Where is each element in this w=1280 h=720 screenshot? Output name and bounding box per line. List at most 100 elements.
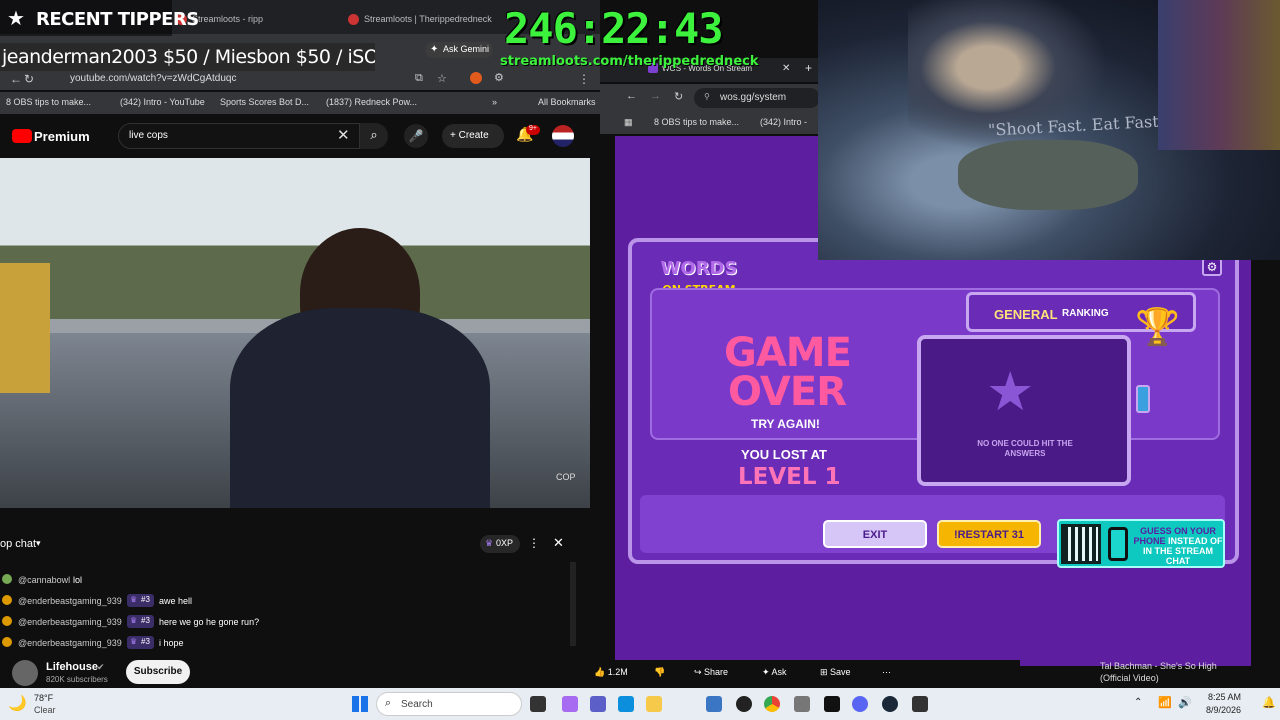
chat-username[interactable]: @enderbeastgaming_939 <box>18 638 122 648</box>
pillow-image <box>958 140 1138 210</box>
like-count: 1.2M <box>607 667 628 677</box>
bookmark-item[interactable]: (1837) Redneck Pow... <box>326 97 417 107</box>
new-tab-icon[interactable]: + <box>805 61 812 75</box>
tray-chevron-icon[interactable]: ⌃ <box>1134 697 1142 708</box>
volume-icon[interactable]: 🔊 <box>1178 696 1192 709</box>
chat-message: @enderbeastgaming_939 ♛ #3 i hope <box>0 635 570 650</box>
clock-time[interactable]: 8:25 AM <box>1208 692 1241 702</box>
menu-dots-icon[interactable]: ⋮ <box>578 72 590 86</box>
restart-button[interactable]: !RESTART 31 <box>937 520 1041 548</box>
chrome-icon[interactable] <box>764 696 780 712</box>
bookmark-item[interactable]: (342) Intro - <box>760 117 807 127</box>
back-icon[interactable]: ← <box>10 72 22 86</box>
search-icon[interactable]: ⌕ <box>360 123 388 149</box>
right-url[interactable]: wos.gg/system <box>720 92 786 103</box>
chevron-down-icon[interactable]: ▾ <box>36 538 41 549</box>
ask-gemini-button[interactable]: ✦ Ask Gemini <box>425 42 493 58</box>
teams-icon[interactable] <box>590 696 606 712</box>
terminal-icon[interactable] <box>824 696 840 712</box>
bookmarks-overflow-icon[interactable]: » <box>492 97 497 107</box>
ask-button[interactable]: ✦ Ask <box>762 667 787 678</box>
trophy-icon: 🏆 <box>1135 306 1180 347</box>
bookmark-item[interactable]: Sports Scores Bot D... <box>220 97 309 107</box>
microphone-icon[interactable]: 🎤 <box>404 124 428 148</box>
avatar[interactable] <box>12 660 38 686</box>
chat-username[interactable]: @enderbeastgaming_939 <box>18 596 122 606</box>
menu-dots-icon[interactable]: ⋮ <box>528 536 540 550</box>
gear-icon[interactable]: ⚙ <box>1202 258 1222 276</box>
edge-icon[interactable] <box>618 696 634 712</box>
verified-icon: ✔ <box>97 662 105 672</box>
save-button[interactable]: ⊞ Save <box>820 667 851 678</box>
channel-name[interactable]: Lifehouse <box>46 661 98 673</box>
crown-icon: ♛ <box>130 637 138 646</box>
clock-date[interactable]: 8/9/2026 <box>1206 705 1241 715</box>
chat-text: i hope <box>159 638 184 648</box>
share-button[interactable]: ↪ Share <box>694 667 728 678</box>
xp-badge[interactable]: ♛ 0XP <box>480 535 520 553</box>
copilot-icon[interactable] <box>562 696 578 712</box>
file-explorer-icon[interactable] <box>646 696 662 712</box>
avatar <box>2 616 12 626</box>
chat-text: awe hell <box>159 596 193 606</box>
network-icon[interactable]: 📶 <box>1158 696 1172 709</box>
chat-message: @cannabowl lol <box>0 572 570 590</box>
taskbar-search[interactable]: ⌕ Search <box>376 692 522 716</box>
you-lost-text: YOU LOST AT <box>741 447 827 462</box>
apps-icon[interactable]: ▦ <box>624 117 633 128</box>
bookmark-item[interactable]: 8 OBS tips to make... <box>654 117 739 127</box>
reload-icon[interactable]: ↻ <box>24 72 34 86</box>
bookmark-star-icon[interactable]: ☆ <box>437 72 447 85</box>
chat-username[interactable]: @cannabowl <box>18 575 70 585</box>
notification-bell-icon[interactable]: 🔔 <box>1262 696 1276 709</box>
like-button[interactable]: 👍 1.2M <box>594 667 628 678</box>
dislike-icon[interactable]: 👎 <box>654 667 665 678</box>
reload-icon[interactable]: ↻ <box>674 90 683 103</box>
steam-icon[interactable] <box>882 696 898 712</box>
broken-star-icon: ★ <box>986 362 1035 422</box>
right-bookmarks-bar: ▦ 8 OBS tips to make... (342) Intro - <box>600 112 820 134</box>
left-address-bar[interactable]: youtube.com/watch?v=zWdCgAtduqc <box>70 73 236 84</box>
tab-streamloots-therippedredneck[interactable]: Streamloots | Therippedredneck <box>342 6 492 34</box>
app-icon[interactable] <box>912 696 928 712</box>
close-icon[interactable]: ✕ <box>782 63 790 74</box>
forward-icon[interactable]: → <box>650 90 661 102</box>
exit-button[interactable]: EXIT <box>823 520 927 548</box>
chat-title[interactable]: op chat <box>0 538 36 550</box>
discord-icon[interactable] <box>852 696 868 712</box>
youtube-search-input[interactable]: live cops <box>118 123 360 149</box>
site-info-icon[interactable]: ⚲ <box>704 92 710 101</box>
extensions-puzzle-icon[interactable]: ⚙ <box>494 71 504 84</box>
close-icon[interactable]: ✕ <box>553 535 564 551</box>
ranking-general-label: GENERAL <box>994 307 1058 322</box>
live-chat: @cannabowl lol @enderbeastgaming_939 ♛ #3 aw… <box>0 558 578 650</box>
save-label: Save <box>830 667 851 677</box>
subscribe-button[interactable]: Subscribe <box>126 660 190 684</box>
avatar[interactable] <box>552 125 574 147</box>
youtube-logo-icon[interactable] <box>12 129 32 143</box>
chat-username[interactable]: @enderbeastgaming_939 <box>18 617 122 627</box>
app-icon[interactable] <box>706 696 722 712</box>
app-icon[interactable] <box>794 696 810 712</box>
install-icon[interactable]: ⧉ <box>415 72 423 85</box>
obs-icon[interactable] <box>736 696 752 712</box>
extension-icon[interactable] <box>470 72 482 84</box>
task-view-icon[interactable] <box>530 696 546 712</box>
share-icon: ↪ <box>694 667 705 677</box>
song-title-line2: (Official Video) <box>1100 673 1159 683</box>
close-icon[interactable]: ✕ <box>337 126 350 144</box>
rank-badge-label: #3 <box>141 595 150 604</box>
chat-scrollbar[interactable] <box>570 562 576 646</box>
youtube-premium-logo[interactable]: Premium <box>34 129 90 144</box>
weather-moon-icon[interactable]: 🌙 <box>8 694 27 712</box>
all-bookmarks[interactable]: All Bookmarks <box>538 97 596 107</box>
create-button[interactable]: + Create <box>442 124 504 148</box>
windows-start-icon[interactable] <box>352 696 368 712</box>
more-icon[interactable]: ⋯ <box>882 667 891 678</box>
video-player[interactable]: COP <box>0 158 590 508</box>
scroll-handle[interactable] <box>1136 385 1150 413</box>
bookmark-item[interactable]: 8 OBS tips to make... <box>6 97 91 107</box>
back-icon[interactable]: ← <box>626 90 637 102</box>
bookmark-item[interactable]: (342) Intro - YouTube <box>120 97 205 107</box>
recommended-video-title[interactable]: Tal Bachman - She's So High (Official Vi… <box>1100 660 1217 684</box>
